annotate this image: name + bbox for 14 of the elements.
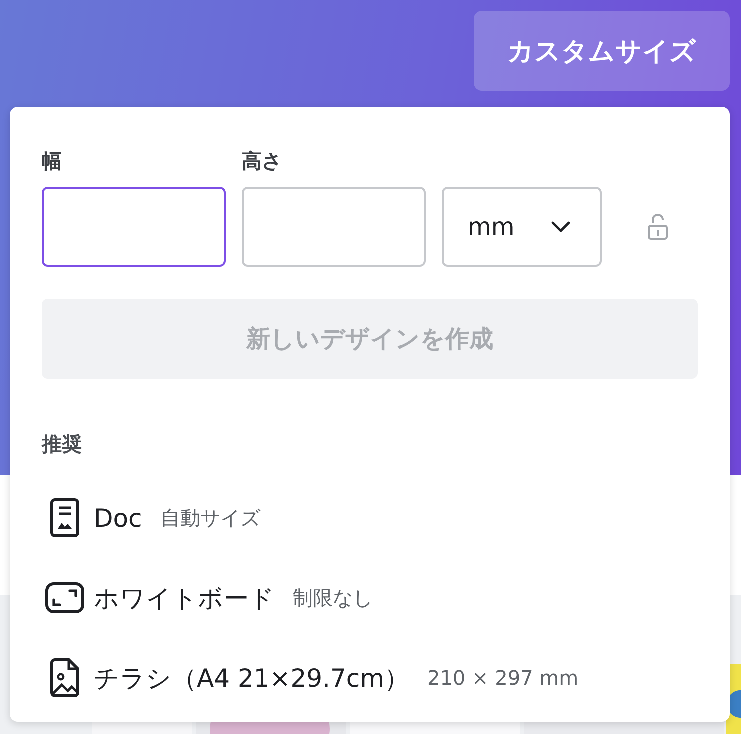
design-type-item[interactable]: Doc 自動サイズ [42,478,698,558]
unit-dropdown[interactable]: mm [442,187,602,267]
section-heading: 推奨 [42,431,82,458]
chevron-down-icon [550,220,572,234]
document-icon [50,498,80,538]
frame-icon [45,582,85,614]
input-field[interactable] [42,187,226,267]
field-label: 高さ [242,148,283,175]
custom-size-button[interactable]: カスタムサイズ [474,11,730,91]
image-file-icon [50,658,80,698]
design-type-item[interactable]: ホワイトボード 制限なし [42,558,698,638]
field-label: 幅 [42,148,63,175]
design-type-item[interactable]: チラシ（A4 21×29.7cm） 210 × 297 mm [42,638,698,718]
input-field[interactable] [242,187,426,267]
